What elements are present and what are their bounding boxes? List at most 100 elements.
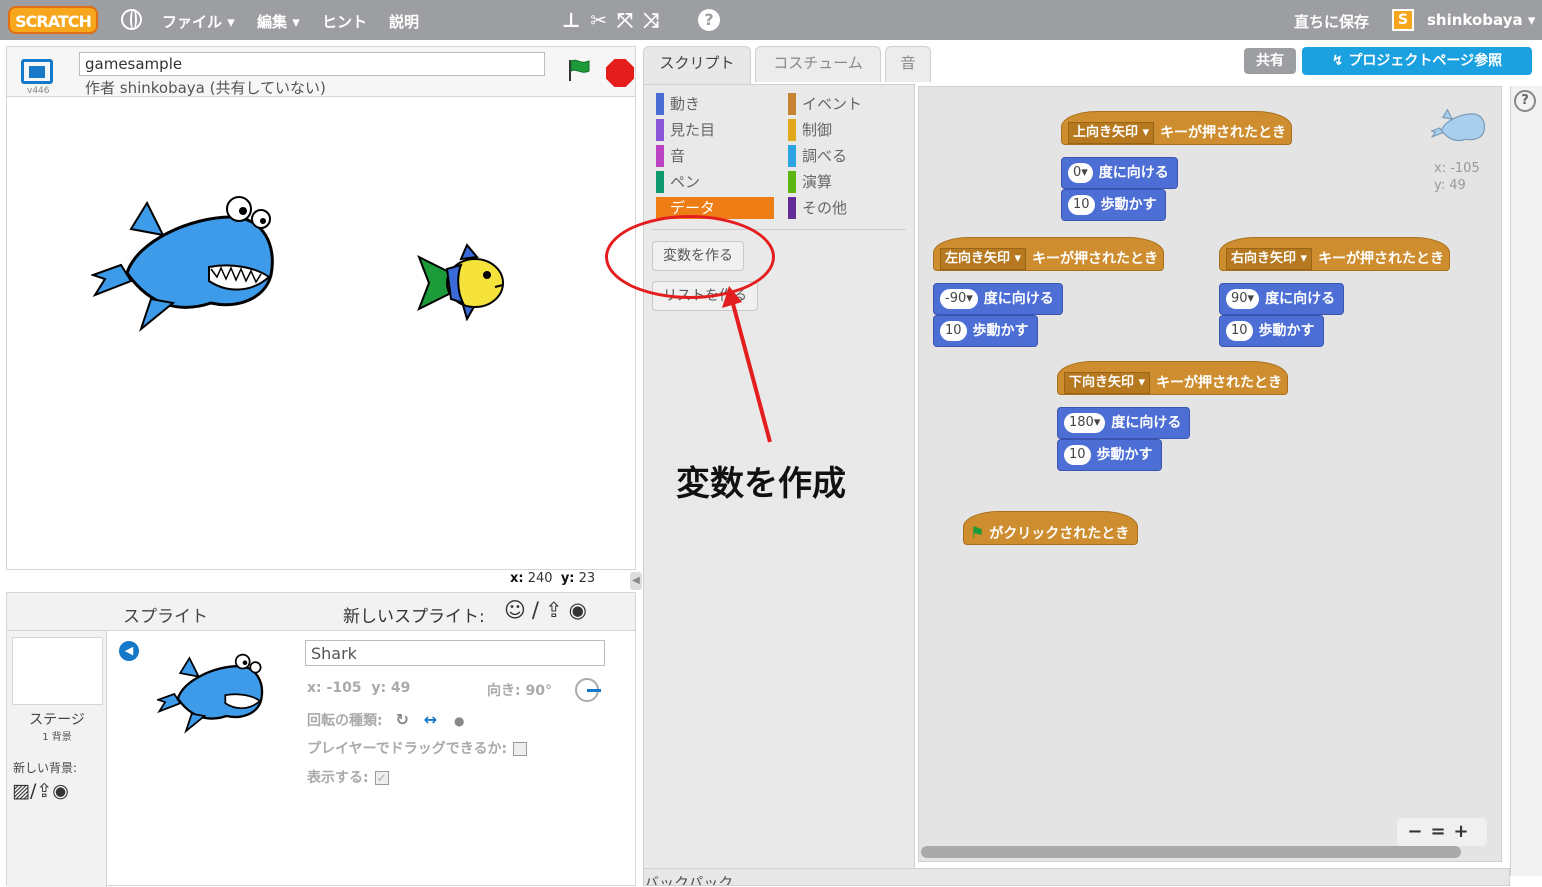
hat-label: キーが押されたとき <box>1318 251 1445 267</box>
menu-about[interactable]: 説明 <box>389 11 419 32</box>
mouse-coords: x: 240 y: 23 <box>510 571 595 586</box>
when-flag-clicked-block[interactable]: ⚑ がクリックされたとき <box>963 511 1139 545</box>
user-menu[interactable]: shinkobaya ▾ <box>1427 11 1535 29</box>
menu-hint[interactable]: ヒント <box>322 11 367 32</box>
backdrop-library-icon[interactable]: ▨ <box>12 780 30 802</box>
category-more-blocks[interactable]: その他 <box>788 197 847 219</box>
move-steps-block[interactable]: 10 歩動かす <box>1061 189 1166 221</box>
grow-icon[interactable]: ⤧ <box>617 8 643 32</box>
direction-input[interactable]: -90▾ <box>940 289 978 309</box>
project-page-label: プロジェクトページ参照 <box>1348 53 1503 69</box>
back-arrow-icon[interactable]: ◀ <box>119 641 139 661</box>
globe-icon[interactable] <box>121 9 142 30</box>
direction-input[interactable]: 90▾ <box>1226 289 1260 309</box>
green-flag-icon[interactable] <box>567 59 591 81</box>
fullscreen-icon[interactable] <box>21 59 53 84</box>
steps-input[interactable]: 10 <box>1064 445 1091 465</box>
point-in-direction-block[interactable]: 180▾ 度に向ける <box>1057 407 1191 439</box>
shrink-icon[interactable]: ⤨ <box>643 8 669 32</box>
category-events[interactable]: イベント <box>788 93 862 115</box>
duplicate-icon[interactable]: ⊥ <box>562 8 590 32</box>
sprite-library-icon[interactable]: ☺ <box>504 598 532 622</box>
move-steps-block[interactable]: 10 歩動かす <box>1057 439 1162 471</box>
menu-edit[interactable]: 編集 ▾ <box>257 11 300 32</box>
show-checkbox[interactable]: ✓ <box>374 771 389 785</box>
direction-input[interactable]: 0▾ <box>1068 163 1093 183</box>
help-icon[interactable]: ? <box>698 9 720 31</box>
when-key-pressed-block[interactable]: 上向き矢印 ▾ キーが押されたとき <box>1061 111 1292 145</box>
scratch-logo[interactable]: SCRATCH <box>8 6 98 34</box>
steps-input[interactable]: 10 <box>1068 195 1095 215</box>
key-dropdown[interactable]: 下向き矢印 ▾ <box>1064 372 1151 394</box>
when-key-pressed-block[interactable]: 右向き矢印 ▾ キーが押されたとき <box>1219 237 1450 271</box>
upload-icon[interactable]: ⇪ <box>545 598 569 622</box>
dont-rotate-icon[interactable]: ● <box>454 714 464 728</box>
help-circle-icon[interactable]: ? <box>1514 90 1536 112</box>
project-title-input[interactable]: gamesample <box>79 52 545 76</box>
collapse-left-icon[interactable]: ◀ <box>630 572 642 590</box>
category-motion[interactable]: 動き <box>656 93 700 115</box>
menu-file[interactable]: ファイル ▾ <box>162 11 235 32</box>
move-steps-block[interactable]: 10 歩動かす <box>1219 315 1324 347</box>
point-in-direction-block[interactable]: 90▾ 度に向ける <box>1219 283 1345 315</box>
vertical-scrollbar[interactable] <box>1510 86 1542 876</box>
backdrop-camera-icon[interactable]: ◉ <box>52 780 69 802</box>
stage-column: ステージ 1 背景 新しい背景: ▨/⇪◉ <box>7 631 107 887</box>
shark-sprite[interactable] <box>91 195 281 335</box>
stage-panel: v446 gamesample 作者 shinkobaya (共有していない) <box>6 46 636 570</box>
tab-scripts[interactable]: スクリプト <box>643 46 751 84</box>
toolbar: ⊥✂⤧⤨ <box>562 8 669 32</box>
stage-thumbnail[interactable] <box>12 637 103 705</box>
new-sprite-label: 新しいスプライト: <box>343 607 485 627</box>
direction-dial[interactable] <box>575 678 601 702</box>
zoom-in-icon[interactable]: + <box>1454 821 1477 842</box>
show-option: 表示する: ✓ <box>307 767 389 787</box>
project-page-button[interactable]: ↯ プロジェクトページ参照 <box>1302 47 1532 75</box>
direction-input[interactable]: 180▾ <box>1064 413 1106 433</box>
tab-sounds[interactable]: 音 <box>885 46 931 82</box>
key-dropdown[interactable]: 右向き矢印 ▾ <box>1226 248 1313 270</box>
category-control[interactable]: 制御 <box>788 119 832 141</box>
when-key-pressed-block[interactable]: 下向き矢印 ▾ キーが押されたとき <box>1057 361 1288 395</box>
point-in-direction-block[interactable]: -90▾ 度に向ける <box>933 283 1063 315</box>
block-label: 度に向ける <box>1111 415 1182 431</box>
draggable-checkbox[interactable] <box>513 742 528 756</box>
category-looks[interactable]: 見た目 <box>656 119 715 141</box>
backpack-bar[interactable]: バックパック <box>643 868 1510 886</box>
sprite-name-input[interactable]: Shark <box>305 640 605 666</box>
key-dropdown[interactable]: 左向き矢印 ▾ <box>940 248 1027 270</box>
steps-input[interactable]: 10 <box>940 321 967 341</box>
horizontal-scrollbar[interactable] <box>921 846 1461 858</box>
green-flag-icon: ⚑ <box>970 523 985 542</box>
category-sensing[interactable]: 調べる <box>788 145 847 167</box>
when-key-pressed-block[interactable]: 左向き矢印 ▾ キーが押されたとき <box>933 237 1164 271</box>
left-right-icon[interactable]: ↔ <box>424 710 437 729</box>
point-in-direction-block[interactable]: 0▾ 度に向ける <box>1061 157 1178 189</box>
sprite-x: -105 <box>326 680 362 696</box>
key-dropdown[interactable]: 上向き矢印 ▾ <box>1068 122 1155 144</box>
category-operators[interactable]: 演算 <box>788 171 832 193</box>
category-sound[interactable]: 音 <box>656 145 685 167</box>
paint-icon[interactable]: / <box>532 598 545 622</box>
save-now-button[interactable]: 直ちに保存 <box>1294 11 1369 32</box>
sprite-y: 49 <box>390 680 411 696</box>
cut-icon[interactable]: ✂ <box>590 8 617 32</box>
fish-sprite[interactable] <box>417 243 507 321</box>
steps-input[interactable]: 10 <box>1226 321 1253 341</box>
sprite-header: スプライト 新しいスプライト: ☺/⇪◉ <box>7 593 635 631</box>
tab-costumes[interactable]: コスチューム <box>755 46 881 82</box>
camera-icon[interactable]: ◉ <box>569 598 593 622</box>
user-badge[interactable]: S <box>1392 9 1414 31</box>
backdrop-upload-icon[interactable]: ⇪ <box>36 780 52 802</box>
share-button[interactable]: 共有 <box>1244 48 1296 74</box>
zoom-reset-icon[interactable]: = <box>1430 821 1453 842</box>
category-pen[interactable]: ペン <box>656 171 700 193</box>
new-sprite-icons: ☺/⇪◉ <box>504 598 593 622</box>
stop-icon[interactable] <box>606 59 634 87</box>
zoom-out-icon[interactable]: − <box>1407 821 1430 842</box>
block-label: 度に向ける <box>983 291 1054 307</box>
scripts-area[interactable]: 上向き矢印 ▾ キーが押されたとき 0▾ 度に向ける 10 歩動かす 左向き矢印 ▾ キ… <box>918 86 1502 862</box>
rotate-all-around-icon[interactable]: ↻ <box>395 710 408 729</box>
move-steps-block[interactable]: 10 歩動かす <box>933 315 1038 347</box>
hat-label: キーが押されたとき <box>1160 125 1287 141</box>
